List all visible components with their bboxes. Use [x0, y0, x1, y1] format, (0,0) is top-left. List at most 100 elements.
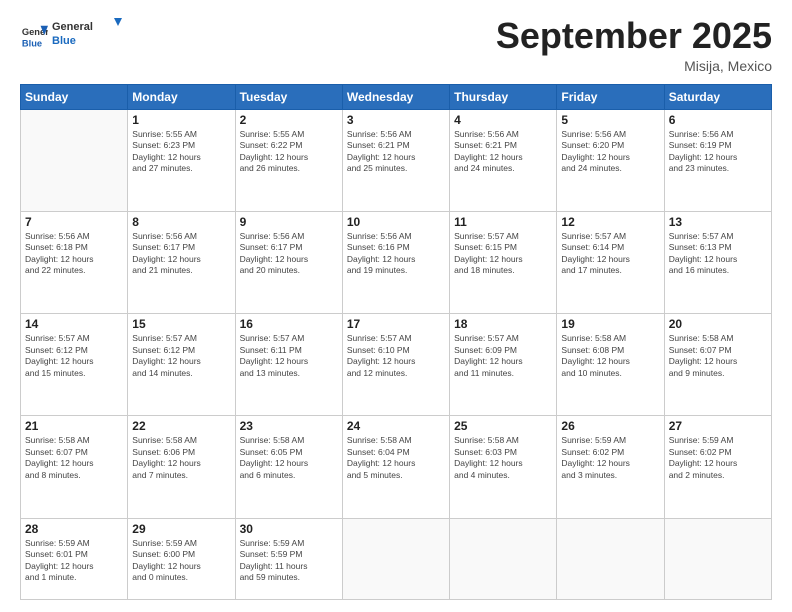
day-number: 12 — [561, 215, 659, 229]
day-info: Sunrise: 5:58 AM Sunset: 6:04 PM Dayligh… — [347, 435, 445, 481]
calendar-cell: 20 Sunrise: 5:58 AM Sunset: 6:07 PM Dayli… — [664, 314, 771, 416]
calendar-cell — [664, 518, 771, 599]
day-info: Sunrise: 5:58 AM Sunset: 6:08 PM Dayligh… — [561, 333, 659, 379]
calendar-week-row: 7 Sunrise: 5:56 AM Sunset: 6:18 PM Daylig… — [21, 211, 772, 313]
title-block: September 2025 Misija, Mexico — [496, 16, 772, 74]
calendar-cell: 13Sunrise: 5:57 AM Sunset: 6:13 PM Dayli… — [664, 211, 771, 313]
day-number: 14 — [25, 317, 123, 331]
day-info: Sunrise: 5:56 AM Sunset: 6:19 PM Dayligh… — [669, 129, 767, 175]
day-info: Sunrise: 5:56 AM Sunset: 6:17 PM Dayligh… — [240, 231, 338, 277]
day-info: Sunrise: 5:56 AM Sunset: 6:18 PM Dayligh… — [25, 231, 123, 277]
calendar-cell: 16 Sunrise: 5:57 AM Sunset: 6:11 PM Dayli… — [235, 314, 342, 416]
calendar-cell — [21, 109, 128, 211]
day-info: Sunrise: 5:58 AM Sunset: 6:07 PM Dayligh… — [669, 333, 767, 379]
calendar-week-row: 1 Sunrise: 5:55 AM Sunset: 6:23 PM Daylig… — [21, 109, 772, 211]
day-info: Sunrise: 5:57 AM Sunset: 6:11 PM Dayligh… — [240, 333, 338, 379]
calendar-cell: 19 Sunrise: 5:58 AM Sunset: 6:08 PM Dayli… — [557, 314, 664, 416]
calendar-cell: 15 Sunrise: 5:57 AM Sunset: 6:12 PM Dayli… — [128, 314, 235, 416]
day-info: Sunrise: 5:55 AM Sunset: 6:22 PM Dayligh… — [240, 129, 338, 175]
day-number: 10 — [347, 215, 445, 229]
logo-svg: General Blue — [52, 16, 122, 50]
calendar-cell: 26 Sunrise: 5:59 AM Sunset: 6:02 PM Dayli… — [557, 416, 664, 518]
day-info: Sunrise: 5:56 AM Sunset: 6:21 PM Dayligh… — [347, 129, 445, 175]
day-number: 9 — [240, 215, 338, 229]
day-number: 20 — [669, 317, 767, 331]
day-number: 26 — [561, 419, 659, 433]
day-number: 27 — [669, 419, 767, 433]
day-info: Sunrise: 5:59 AM Sunset: 6:01 PM Dayligh… — [25, 538, 123, 584]
calendar-header: SundayMondayTuesdayWednesdayThursdayFrid… — [21, 84, 772, 109]
day-number: 7 — [25, 215, 123, 229]
calendar-cell: 21 Sunrise: 5:58 AM Sunset: 6:07 PM Dayli… — [21, 416, 128, 518]
day-number: 1 — [132, 113, 230, 127]
calendar-cell: 23Sunrise: 5:58 AM Sunset: 6:05 PM Dayli… — [235, 416, 342, 518]
calendar-cell: 25Sunrise: 5:58 AM Sunset: 6:03 PM Dayli… — [450, 416, 557, 518]
day-info: Sunrise: 5:56 AM Sunset: 6:21 PM Dayligh… — [454, 129, 552, 175]
calendar-cell: 17 Sunrise: 5:57 AM Sunset: 6:10 PM Dayli… — [342, 314, 449, 416]
calendar-cell: 11 Sunrise: 5:57 AM Sunset: 6:15 PM Dayli… — [450, 211, 557, 313]
day-number: 8 — [132, 215, 230, 229]
day-info: Sunrise: 5:56 AM Sunset: 6:16 PM Dayligh… — [347, 231, 445, 277]
calendar-cell: 29 Sunrise: 5:59 AM Sunset: 6:00 PM Dayli… — [128, 518, 235, 599]
header: General Blue General Blue September 2025… — [20, 16, 772, 74]
calendar-cell: 27 Sunrise: 5:59 AM Sunset: 6:02 PM Dayli… — [664, 416, 771, 518]
day-number: 5 — [561, 113, 659, 127]
calendar-cell: 5Sunrise: 5:56 AM Sunset: 6:20 PM Daylig… — [557, 109, 664, 211]
day-info: Sunrise: 5:57 AM Sunset: 6:09 PM Dayligh… — [454, 333, 552, 379]
calendar-cell: 7 Sunrise: 5:56 AM Sunset: 6:18 PM Daylig… — [21, 211, 128, 313]
calendar-body: 1 Sunrise: 5:55 AM Sunset: 6:23 PM Daylig… — [21, 109, 772, 599]
day-info: Sunrise: 5:57 AM Sunset: 6:14 PM Dayligh… — [561, 231, 659, 277]
month-title: September 2025 — [496, 16, 772, 56]
day-info: Sunrise: 5:58 AM Sunset: 6:07 PM Dayligh… — [25, 435, 123, 481]
day-number: 29 — [132, 522, 230, 536]
day-number: 28 — [25, 522, 123, 536]
calendar-cell: 3Sunrise: 5:56 AM Sunset: 6:21 PM Daylig… — [342, 109, 449, 211]
day-number: 17 — [347, 317, 445, 331]
calendar-cell: 22Sunrise: 5:58 AM Sunset: 6:06 PM Dayli… — [128, 416, 235, 518]
day-number: 19 — [561, 317, 659, 331]
calendar-grid: SundayMondayTuesdayWednesdayThursdayFrid… — [20, 84, 772, 600]
day-info: Sunrise: 5:55 AM Sunset: 6:23 PM Dayligh… — [132, 129, 230, 175]
day-number: 21 — [25, 419, 123, 433]
day-number: 18 — [454, 317, 552, 331]
day-number: 11 — [454, 215, 552, 229]
calendar-cell — [342, 518, 449, 599]
day-info: Sunrise: 5:59 AM Sunset: 6:00 PM Dayligh… — [132, 538, 230, 584]
day-info: Sunrise: 5:57 AM Sunset: 6:13 PM Dayligh… — [669, 231, 767, 277]
weekday-header: Sunday — [21, 84, 128, 109]
day-info: Sunrise: 5:58 AM Sunset: 6:03 PM Dayligh… — [454, 435, 552, 481]
calendar-cell: 12 Sunrise: 5:57 AM Sunset: 6:14 PM Dayli… — [557, 211, 664, 313]
day-info: Sunrise: 5:57 AM Sunset: 6:10 PM Dayligh… — [347, 333, 445, 379]
weekday-header: Tuesday — [235, 84, 342, 109]
day-info: Sunrise: 5:57 AM Sunset: 6:12 PM Dayligh… — [132, 333, 230, 379]
calendar-cell: 14Sunrise: 5:57 AM Sunset: 6:12 PM Dayli… — [21, 314, 128, 416]
day-number: 15 — [132, 317, 230, 331]
svg-text:Blue: Blue — [22, 38, 42, 48]
svg-text:General: General — [52, 21, 93, 33]
day-info: Sunrise: 5:59 AM Sunset: 5:59 PM Dayligh… — [240, 538, 338, 584]
calendar-cell: 10 Sunrise: 5:56 AM Sunset: 6:16 PM Dayli… — [342, 211, 449, 313]
calendar-cell: 8 Sunrise: 5:56 AM Sunset: 6:17 PM Daylig… — [128, 211, 235, 313]
day-info: Sunrise: 5:59 AM Sunset: 6:02 PM Dayligh… — [669, 435, 767, 481]
day-info: Sunrise: 5:57 AM Sunset: 6:15 PM Dayligh… — [454, 231, 552, 277]
day-info: Sunrise: 5:56 AM Sunset: 6:17 PM Dayligh… — [132, 231, 230, 277]
calendar-cell: 6 Sunrise: 5:56 AM Sunset: 6:19 PM Daylig… — [664, 109, 771, 211]
weekday-header: Friday — [557, 84, 664, 109]
calendar-page: General Blue General Blue September 2025… — [0, 0, 792, 612]
calendar-cell — [450, 518, 557, 599]
day-number: 30 — [240, 522, 338, 536]
calendar-cell: 1 Sunrise: 5:55 AM Sunset: 6:23 PM Daylig… — [128, 109, 235, 211]
calendar-cell: 9 Sunrise: 5:56 AM Sunset: 6:17 PM Daylig… — [235, 211, 342, 313]
logo: General Blue General Blue — [20, 16, 122, 55]
calendar-week-row: 14 Sunrise: 5:57 AM Sunset: 6:12 PM Dayli… — [21, 314, 772, 416]
svg-text:Blue: Blue — [52, 35, 76, 47]
day-info: Sunrise: 5:59 AM Sunset: 6:02 PM Dayligh… — [561, 435, 659, 481]
day-number: 6 — [669, 113, 767, 127]
calendar-cell: 4Sunrise: 5:56 AM Sunset: 6:21 PM Daylig… — [450, 109, 557, 211]
day-number: 16 — [240, 317, 338, 331]
day-number: 23 — [240, 419, 338, 433]
calendar-cell: 28 Sunrise: 5:59 AM Sunset: 6:01 PM Dayli… — [21, 518, 128, 599]
calendar-week-row: 28 Sunrise: 5:59 AM Sunset: 6:01 PM Dayli… — [21, 518, 772, 599]
calendar-cell: 30 Sunrise: 5:59 AM Sunset: 5:59 PM Dayli… — [235, 518, 342, 599]
weekday-header: Wednesday — [342, 84, 449, 109]
